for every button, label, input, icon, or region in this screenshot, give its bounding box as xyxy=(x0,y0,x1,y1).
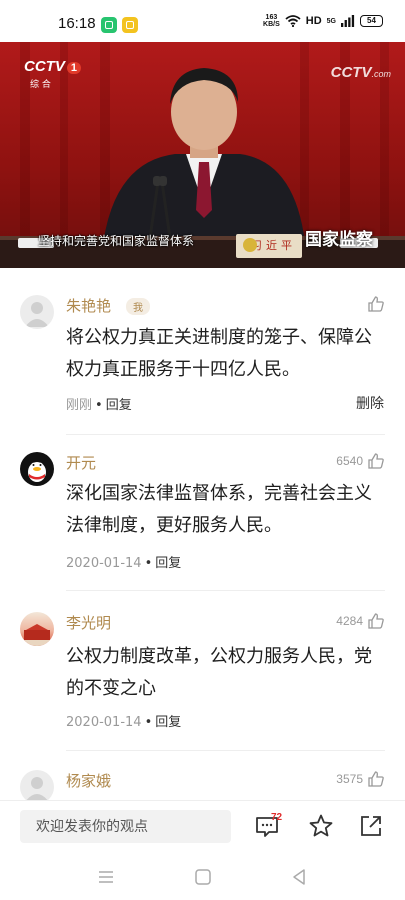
status-time: 16:18 xyxy=(58,15,96,32)
reply-button[interactable]: 回复 xyxy=(106,398,132,413)
like-button[interactable]: 6540 xyxy=(336,452,385,470)
status-bar: 16:18 163 KB/S HD 5G 54 xyxy=(0,0,405,42)
system-navigation-bar xyxy=(0,854,405,900)
battery-level: 54 xyxy=(360,15,383,27)
comment-meta: 2020-01-14 • 回复 xyxy=(66,556,182,571)
comment-text: 公权力制度改革，公权力服务人民，党的不变之心 xyxy=(66,646,372,699)
self-badge: 我 xyxy=(126,298,150,315)
comment-input-bar: 72 xyxy=(0,800,405,854)
avatar[interactable] xyxy=(20,770,54,800)
comment-item: 杨家娥 3575 xyxy=(0,756,405,800)
reply-button[interactable]: 回复 xyxy=(155,715,181,730)
comment-author[interactable]: 杨家娥 xyxy=(66,770,111,791)
comment-time: 2020-01-14 xyxy=(66,556,142,571)
divider xyxy=(66,590,385,591)
home-icon[interactable] xyxy=(192,866,214,888)
comment-author[interactable]: 开元 xyxy=(66,452,96,473)
star-icon[interactable] xyxy=(308,813,334,839)
comment-time: 刚刚 xyxy=(66,398,93,413)
party-emblem-icon xyxy=(243,238,257,252)
video-caption: 坚持和完善党和国家监督体系 xyxy=(38,234,195,248)
comment-author[interactable]: 李光明 xyxy=(66,612,111,633)
video-player[interactable]: CCTV 1 综 合 CCTV.com 习近平 坚持和完善党和国家监督体系 国家监… xyxy=(0,42,405,268)
default-avatar-icon xyxy=(26,777,48,800)
notes-app-icon xyxy=(122,17,138,33)
default-avatar-icon xyxy=(25,302,49,327)
like-count: 4284 xyxy=(336,614,363,628)
divider xyxy=(66,434,385,435)
comment-item: 开元 6540 深化国家法律监督体系，完善社会主义法律制度，更好服务人民。 20… xyxy=(0,438,405,598)
like-button[interactable]: 3575 xyxy=(336,770,385,788)
back-icon[interactable] xyxy=(288,866,310,888)
like-button[interactable] xyxy=(367,295,385,313)
thumbs-up-icon xyxy=(368,453,384,469)
broadcaster-watermark: CCTV.com xyxy=(330,64,391,81)
comment-item: 朱艳艳 我 将公权力真正关进制度的笼子、保障公权力真正服务于十四亿人民。 刚刚 •… xyxy=(0,268,405,438)
menu-icon[interactable] xyxy=(95,866,117,888)
penguin-avatar-icon xyxy=(28,462,46,482)
comment-text: 深化国家法律监督体系，完善社会主义法律制度，更好服务人民。 xyxy=(66,483,372,536)
wifi-icon xyxy=(285,15,301,27)
network-speed: 163 KB/S xyxy=(263,14,280,28)
avatar[interactable] xyxy=(20,452,54,486)
comment-author[interactable]: 朱艳艳 xyxy=(66,295,111,316)
tiananmen-avatar-icon xyxy=(20,624,54,646)
signal-icon xyxy=(341,15,355,27)
share-icon[interactable] xyxy=(358,813,384,839)
comment-input-box[interactable] xyxy=(20,810,231,843)
reply-button[interactable]: 回复 xyxy=(155,556,181,571)
comment-input[interactable] xyxy=(20,810,231,843)
comment-text: 将公权力真正关进制度的笼子、保障公权力真正服务于十四亿人民。 xyxy=(66,327,372,380)
comment-count-badge: 72 xyxy=(271,812,283,823)
divider xyxy=(66,750,385,751)
program-brand: 国家监察 xyxy=(305,230,373,250)
comment-time: 2020-01-14 xyxy=(66,715,142,730)
thumbs-up-icon xyxy=(368,613,384,629)
thumbs-up-icon xyxy=(368,771,384,787)
like-button[interactable]: 4284 xyxy=(336,612,385,630)
channel-logo: CCTV 1 xyxy=(24,58,81,75)
delete-button[interactable]: 删除 xyxy=(356,393,384,413)
comment-meta: 2020-01-14 • 回复 xyxy=(66,715,182,730)
thumbs-up-icon xyxy=(368,296,384,312)
hd-indicator: HD xyxy=(305,15,322,27)
messaging-app-icon xyxy=(101,17,117,33)
avatar[interactable] xyxy=(20,295,54,329)
channel-subtitle: 综 合 xyxy=(30,80,51,90)
comment-item: 李光明 4284 公权力制度改革，公权力服务人民，党的不变之心 2020-01-… xyxy=(0,598,405,756)
like-count: 6540 xyxy=(336,454,363,468)
network-type: 5G xyxy=(326,17,336,25)
comment-meta: 刚刚 • 回复 xyxy=(66,398,132,413)
avatar[interactable] xyxy=(20,612,54,646)
like-count: 3575 xyxy=(336,772,363,786)
